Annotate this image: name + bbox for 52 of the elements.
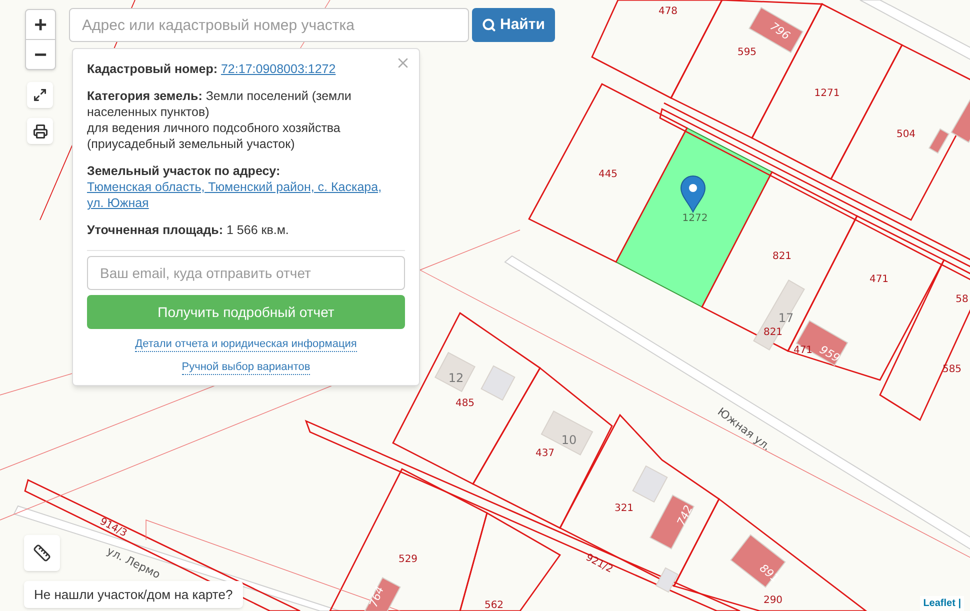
fullscreen-button[interactable]: [27, 82, 53, 108]
parcel-number: 1271: [814, 88, 840, 99]
info-link[interactable]: Детали отчета и юридическая информация: [135, 338, 357, 352]
parcel-number: 1272: [682, 213, 708, 224]
ruler-icon: [33, 544, 51, 562]
field-link[interactable]: Тюменская область, Тюменский район, с. Каскара, ул. Южная: [87, 179, 395, 211]
field-text: Уточненная площадь: 1 566 кв.м.: [87, 222, 290, 238]
parcel-number: 471: [793, 345, 813, 356]
parcel-number: 585: [942, 364, 962, 375]
field-label: Земельный участок по адресу:: [87, 164, 280, 178]
search-button[interactable]: Найти: [472, 8, 555, 42]
print-button[interactable]: [27, 118, 53, 144]
selected-parcel[interactable]: [615, 127, 773, 308]
building-number: 12: [448, 371, 464, 385]
attribution-link[interactable]: Leaflet |: [920, 596, 964, 611]
building-number: 959: [817, 343, 842, 365]
field-link[interactable]: 72:17:0908003:1272: [220, 61, 336, 77]
building-number: 10: [561, 433, 577, 447]
expand-icon: [33, 88, 47, 102]
parcel-number: 321: [614, 503, 634, 514]
ruler-button[interactable]: [24, 535, 60, 571]
email-field[interactable]: Ваш email, куда отправить отчет: [87, 256, 405, 290]
building-number: 742: [674, 503, 696, 528]
field-label: Кадастровый номер:: [87, 62, 218, 76]
search-field[interactable]: Адрес или кадастровый номер участка: [69, 8, 469, 42]
report-button[interactable]: Получить подробный отчет: [87, 295, 405, 329]
parcel-number: 445: [598, 169, 618, 180]
zoom-in-button[interactable]: +: [26, 10, 55, 40]
parcel-number: 437: [535, 448, 555, 459]
parcel-number: 562: [484, 600, 504, 611]
parcel-number: 485: [455, 398, 475, 409]
building-number: 796: [768, 20, 792, 42]
map-marker-icon[interactable]: [680, 176, 706, 212]
parcel-number: 478: [658, 6, 678, 17]
parcel-number: 595: [737, 47, 757, 58]
zoom-out-button[interactable]: −: [26, 40, 55, 69]
building-number: 17: [778, 311, 794, 325]
parcel-number: 821: [772, 251, 792, 262]
building-number: 764: [367, 584, 386, 609]
parcel-number: 821: [763, 327, 783, 338]
parcel-number: 504: [896, 129, 916, 140]
parcel-number: 529: [398, 554, 418, 565]
field-text: Категория земель: Земли поселений (земли населенных пунктов) для ведения личного подсобного хозяйства (приусадебный земельный участок): [87, 88, 352, 152]
search-icon: [482, 18, 496, 32]
building: [655, 567, 679, 593]
building-number: 891: [757, 562, 782, 586]
parcel-number: 290: [763, 595, 783, 606]
parcel-number: 471: [869, 274, 889, 285]
not-found-button[interactable]: Не нашли участок/дом на карте?: [24, 581, 243, 608]
info-link[interactable]: Ручной выбор вариантов: [182, 361, 310, 375]
parcel-number: 58: [956, 294, 968, 305]
printer-icon: [32, 124, 48, 138]
